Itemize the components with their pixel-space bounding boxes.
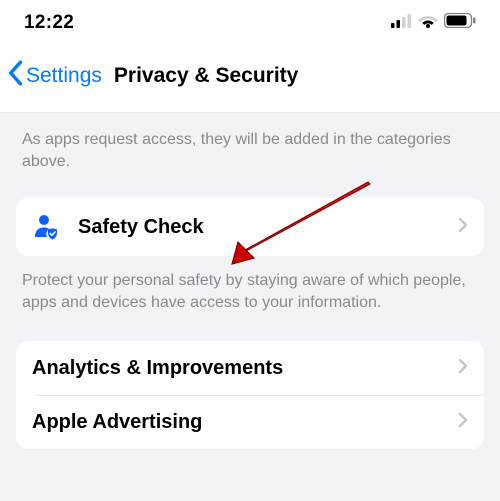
advertising-row[interactable]: Apple Advertising (16, 395, 484, 449)
status-bar: 12:22 (0, 0, 500, 42)
chevron-left-icon (6, 60, 24, 92)
back-button[interactable]: Settings (6, 60, 102, 92)
status-icons (391, 13, 476, 33)
chevron-right-icon (458, 217, 468, 238)
section-footer-access: As apps request access, they will be add… (0, 113, 500, 198)
chevron-right-icon (458, 358, 468, 379)
analytics-group: Analytics & Improvements Apple Advertisi… (16, 341, 484, 449)
wifi-icon (418, 14, 438, 33)
section-footer-safety: Protect your personal safety by staying … (0, 256, 500, 327)
back-label: Settings (26, 64, 102, 88)
page-title: Privacy & Security (114, 64, 298, 88)
safety-check-group: Safety Check (16, 198, 484, 256)
analytics-label: Analytics & Improvements (32, 357, 458, 380)
chevron-right-icon (458, 412, 468, 433)
status-time: 12:22 (24, 12, 74, 34)
safety-check-icon (32, 213, 64, 241)
battery-icon (444, 13, 476, 33)
safety-check-label: Safety Check (78, 216, 458, 239)
cellular-icon (391, 14, 412, 33)
analytics-row[interactable]: Analytics & Improvements (16, 341, 484, 395)
navigation-bar: Settings Privacy & Security (0, 42, 500, 113)
advertising-label: Apple Advertising (32, 411, 458, 434)
content-area: As apps request access, they will be add… (0, 113, 500, 449)
safety-check-row[interactable]: Safety Check (16, 198, 484, 256)
